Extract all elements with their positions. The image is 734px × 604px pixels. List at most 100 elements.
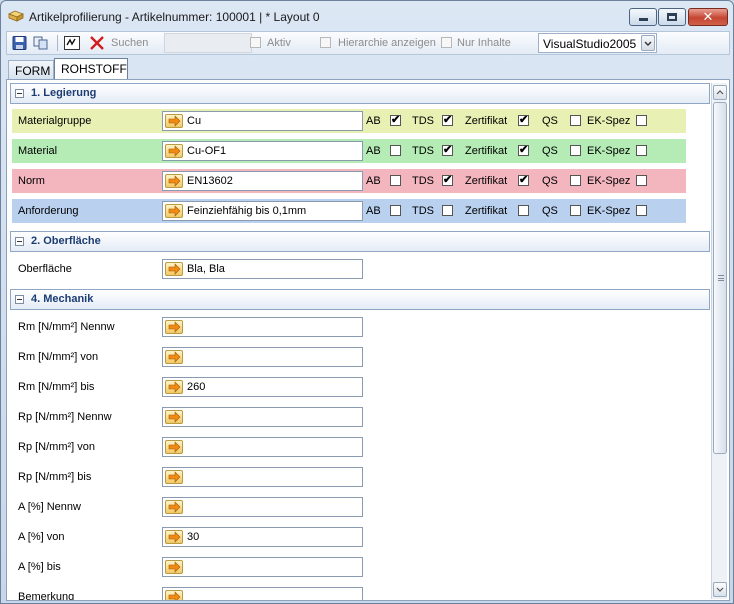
flag-checkbox[interactable] [390,145,401,156]
field-label: A [%] von [18,531,65,543]
field-value: Feinziehfähig bis 0,1mm [187,205,307,217]
arrow-right-icon[interactable] [165,114,183,128]
maximize-button[interactable] [658,8,686,26]
section-title: 4. Mechanik [31,293,94,305]
theme-select-value: VisualStudio2005 [543,37,637,51]
flag-checkbox[interactable]: ✔ [518,174,529,186]
flag-checkbox[interactable] [390,205,401,216]
theme-select[interactable]: VisualStudio2005 [538,33,657,53]
field-input[interactable]: 260 [162,377,363,397]
arrow-right-icon[interactable] [165,470,183,484]
scroll-up-button[interactable] [713,85,727,100]
section-header-oberflaeche[interactable]: 2. Oberfläche [10,231,710,252]
nur-inhalte-label: Nur Inhalte [457,37,511,49]
field-input[interactable]: Bla, Bla [162,259,363,279]
flag-checkbox[interactable] [636,145,647,156]
arrow-right-icon[interactable] [165,350,183,364]
field-input[interactable] [162,347,363,367]
flag-label: Zertifikat [465,205,508,217]
flag-checkbox[interactable] [442,205,453,216]
field-input[interactable]: Feinziehfähig bis 0,1mm [162,201,363,221]
flag-checkbox[interactable]: ✔ [390,114,401,126]
delete-icon[interactable] [89,36,105,50]
field-input[interactable]: Cu-OF1 [162,141,363,161]
flag-checkbox[interactable] [570,115,581,126]
flag-label: Zertifikat [465,145,508,157]
arrow-right-icon[interactable] [165,380,183,394]
arrow-right-icon[interactable] [165,174,183,188]
arrow-right-icon[interactable] [165,262,183,276]
arrow-right-icon[interactable] [165,144,183,158]
arrow-right-icon[interactable] [165,440,183,454]
chevron-down-icon[interactable] [641,35,655,51]
tab-strip: FORM ROHSTOFF [6,57,730,79]
title-bar[interactable]: Artikelprofilierung - Artikelnummer: 100… [1,1,733,31]
flag-label: TDS [412,145,434,157]
copy-icon[interactable] [33,36,49,50]
field-input[interactable] [162,557,363,577]
scroll-thumb[interactable] [713,102,727,454]
arrow-right-icon[interactable] [165,500,183,514]
close-button[interactable]: ✕ [688,8,728,26]
arrow-right-icon[interactable] [165,204,183,218]
field-input[interactable] [162,587,363,600]
flag-checkbox[interactable] [390,175,401,186]
arrow-right-icon[interactable] [165,590,183,600]
arrow-right-icon[interactable] [165,320,183,334]
flag-checkbox[interactable]: ✔ [442,174,453,186]
flag-checkbox[interactable]: ✔ [518,114,529,126]
field-row: Materialgruppe Cu AB ✔ TDS ✔ Zertifikat ✔ QS EK-S… [12,109,686,133]
close-icon: ✕ [702,9,714,25]
collapse-icon[interactable] [15,295,24,304]
save-icon[interactable] [12,36,28,50]
field-value: 260 [187,381,206,393]
field-label: Norm [18,175,45,187]
flag-label: AB [366,205,381,217]
collapse-icon[interactable] [15,237,24,246]
toolbar-separator [57,35,58,51]
flag-label: TDS [412,175,434,187]
edit-field-icon[interactable] [64,36,80,50]
search-label[interactable]: Suchen [111,37,148,49]
flag-checkbox[interactable] [570,205,581,216]
arrow-right-icon[interactable] [165,530,183,544]
nur-inhalte-checkbox[interactable] [441,37,452,48]
minimize-button[interactable] [629,8,657,26]
flag-checkbox[interactable] [636,115,647,126]
flag-checkbox[interactable] [636,205,647,216]
checkmark-icon: ✔ [443,174,453,186]
field-input[interactable] [162,467,363,487]
search-input[interactable] [164,33,252,53]
field-input[interactable]: EN13602 [162,171,363,191]
section-header-mechanik[interactable]: 4. Mechanik [10,289,710,310]
flag-label: AB [366,175,381,187]
field-label: Bemerkung [18,591,75,601]
field-input[interactable] [162,497,363,517]
flag-checkbox[interactable] [518,205,529,216]
app-window: Artikelprofilierung - Artikelnummer: 100… [0,0,734,604]
scroll-down-button[interactable] [713,582,727,597]
flag-checkbox[interactable]: ✔ [442,114,453,126]
vertical-scrollbar[interactable] [711,83,727,599]
tab-form[interactable]: FORM [8,60,54,79]
field-row: A [%] bis [12,555,686,579]
field-input[interactable] [162,317,363,337]
aktiv-checkbox[interactable] [250,37,261,48]
collapse-icon[interactable] [15,89,24,98]
field-input[interactable]: 30 [162,527,363,547]
hierarchie-checkbox[interactable] [320,37,331,48]
section-header-legierung[interactable]: 1. Legierung [10,83,710,104]
flag-checkbox[interactable]: ✔ [442,144,453,156]
flag-checkbox[interactable]: ✔ [518,144,529,156]
flag-checkbox[interactable] [570,145,581,156]
tab-rohstoff[interactable]: ROHSTOFF [54,58,128,79]
flag-label: AB [366,145,381,157]
flag-checkbox[interactable] [636,175,647,186]
field-input[interactable]: Cu [162,111,363,131]
arrow-right-icon[interactable] [165,560,183,574]
field-input[interactable] [162,437,363,457]
flag-checkbox[interactable] [570,175,581,186]
field-value: EN13602 [187,175,233,187]
field-input[interactable] [162,407,363,427]
arrow-right-icon[interactable] [165,410,183,424]
